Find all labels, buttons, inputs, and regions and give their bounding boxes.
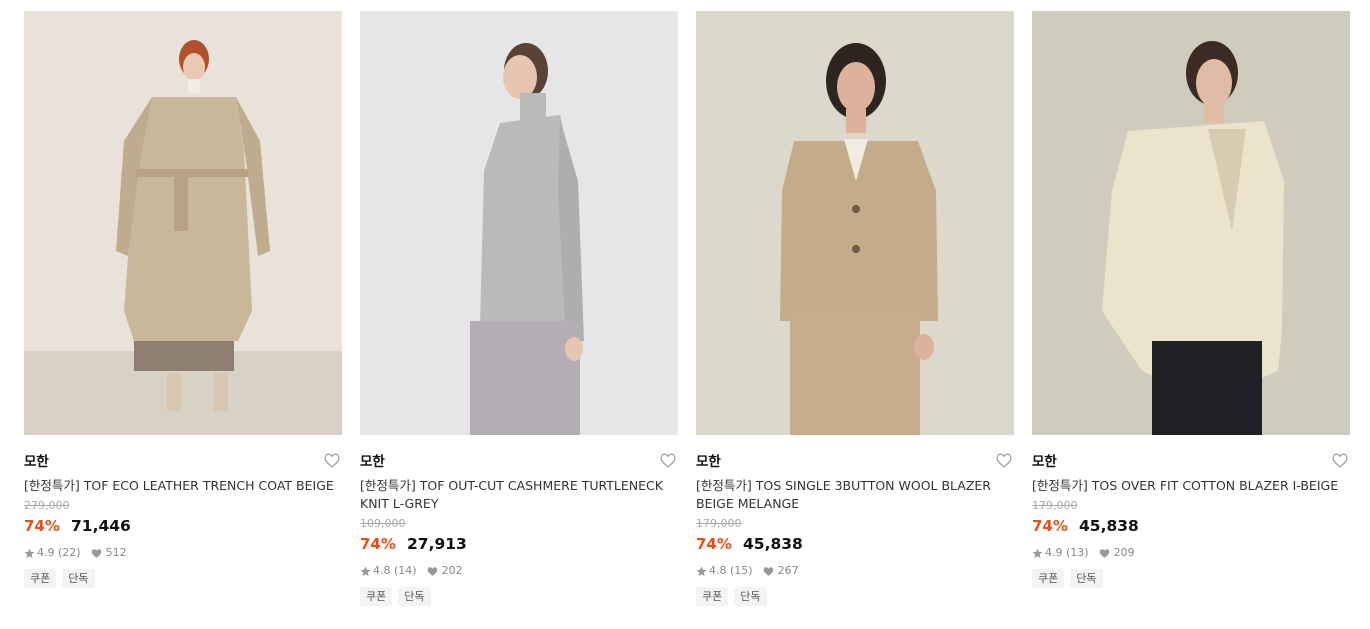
original-price: 109,000	[360, 517, 406, 530]
brand-name[interactable]: 모한	[696, 454, 721, 470]
tag-list: 쿠폰 단독	[24, 569, 342, 588]
heart-outline-icon[interactable]	[1332, 453, 1348, 468]
product-grid: 모한 [한정특가] TOF ECO LEATHER TRENCH COAT BE…	[0, 0, 1370, 629]
review-meta: 4.9 (13) 209	[1032, 545, 1350, 561]
sale-price: 45,838	[1079, 517, 1139, 535]
sale-price: 45,838	[743, 535, 803, 553]
tag-coupon: 쿠폰	[1032, 569, 1065, 588]
tag-exclusive: 단독	[398, 587, 431, 606]
tag-list: 쿠폰 단독	[1032, 569, 1350, 588]
tag-exclusive: 단독	[62, 569, 95, 588]
heart-filled-icon	[427, 566, 438, 577]
rating-text: 4.9 (22)	[37, 546, 81, 559]
tag-list: 쿠폰 단독	[696, 587, 1014, 606]
product-image[interactable]	[1032, 11, 1350, 435]
heart-filled-icon	[91, 548, 102, 559]
review-meta: 4.9 (22) 512	[24, 545, 342, 561]
likes-count: 512	[105, 546, 127, 559]
tag-coupon: 쿠폰	[360, 587, 393, 606]
heart-filled-icon	[763, 566, 774, 577]
star-icon	[1032, 548, 1043, 559]
product-card[interactable]: 모한 [한정특가] TOF OUT-CUT CASHMERE TURTLENEC…	[360, 11, 678, 606]
product-title[interactable]: [한정특가] TOS OVER FIT COTTON BLAZER I-BEIG…	[1032, 477, 1350, 495]
product-card[interactable]: 모한 [한정특가] TOS SINGLE 3BUTTON WOOL BLAZER…	[696, 11, 1014, 606]
tag-list: 쿠폰 단독	[360, 587, 678, 606]
sale-price: 27,913	[407, 535, 467, 553]
rating-text: 4.8 (15)	[709, 564, 753, 577]
review-meta: 4.8 (15) 267	[696, 563, 1014, 579]
price-row: 74% 45,838	[696, 533, 1014, 555]
heart-filled-icon	[1099, 548, 1110, 559]
tag-coupon: 쿠폰	[24, 569, 57, 588]
product-image[interactable]	[360, 11, 678, 435]
heart-outline-icon[interactable]	[324, 453, 340, 468]
discount-rate: 74%	[360, 535, 396, 553]
likes-count: 202	[441, 564, 463, 577]
likes-count: 209	[1113, 546, 1135, 559]
brand-row: 모한	[360, 451, 678, 471]
price-row: 74% 71,446	[24, 515, 342, 537]
discount-rate: 74%	[1032, 517, 1068, 535]
star-icon	[24, 548, 35, 559]
product-image[interactable]	[696, 11, 1014, 435]
price-row: 74% 45,838	[1032, 515, 1350, 537]
brand-row: 모한	[1032, 451, 1350, 471]
product-title[interactable]: [한정특가] TOF ECO LEATHER TRENCH COAT BEIGE	[24, 477, 342, 495]
tag-coupon: 쿠폰	[696, 587, 729, 606]
product-title[interactable]: [한정특가] TOF OUT-CUT CASHMERE TURTLENECK K…	[360, 477, 678, 513]
star-icon	[696, 566, 707, 577]
original-price: 179,000	[1032, 499, 1078, 512]
brand-name[interactable]: 모한	[1032, 454, 1057, 470]
original-price: 279,000	[24, 499, 70, 512]
product-image[interactable]	[24, 11, 342, 435]
brand-name[interactable]: 모한	[24, 454, 49, 470]
tag-exclusive: 단독	[734, 587, 767, 606]
sale-price: 71,446	[71, 517, 131, 535]
heart-outline-icon[interactable]	[660, 453, 676, 468]
rating-text: 4.8 (14)	[373, 564, 417, 577]
product-title[interactable]: [한정특가] TOS SINGLE 3BUTTON WOOL BLAZER BE…	[696, 477, 1014, 513]
heart-outline-icon[interactable]	[996, 453, 1012, 468]
brand-name[interactable]: 모한	[360, 454, 385, 470]
price-row: 74% 27,913	[360, 533, 678, 555]
brand-row: 모한	[24, 451, 342, 471]
tag-exclusive: 단독	[1070, 569, 1103, 588]
likes-count: 267	[777, 564, 799, 577]
product-card[interactable]: 모한 [한정특가] TOS OVER FIT COTTON BLAZER I-B…	[1032, 11, 1350, 588]
discount-rate: 74%	[24, 517, 60, 535]
original-price: 179,000	[696, 517, 742, 530]
product-card[interactable]: 모한 [한정특가] TOF ECO LEATHER TRENCH COAT BE…	[24, 11, 342, 588]
review-meta: 4.8 (14) 202	[360, 563, 678, 579]
discount-rate: 74%	[696, 535, 732, 553]
rating-text: 4.9 (13)	[1045, 546, 1089, 559]
brand-row: 모한	[696, 451, 1014, 471]
star-icon	[360, 566, 371, 577]
